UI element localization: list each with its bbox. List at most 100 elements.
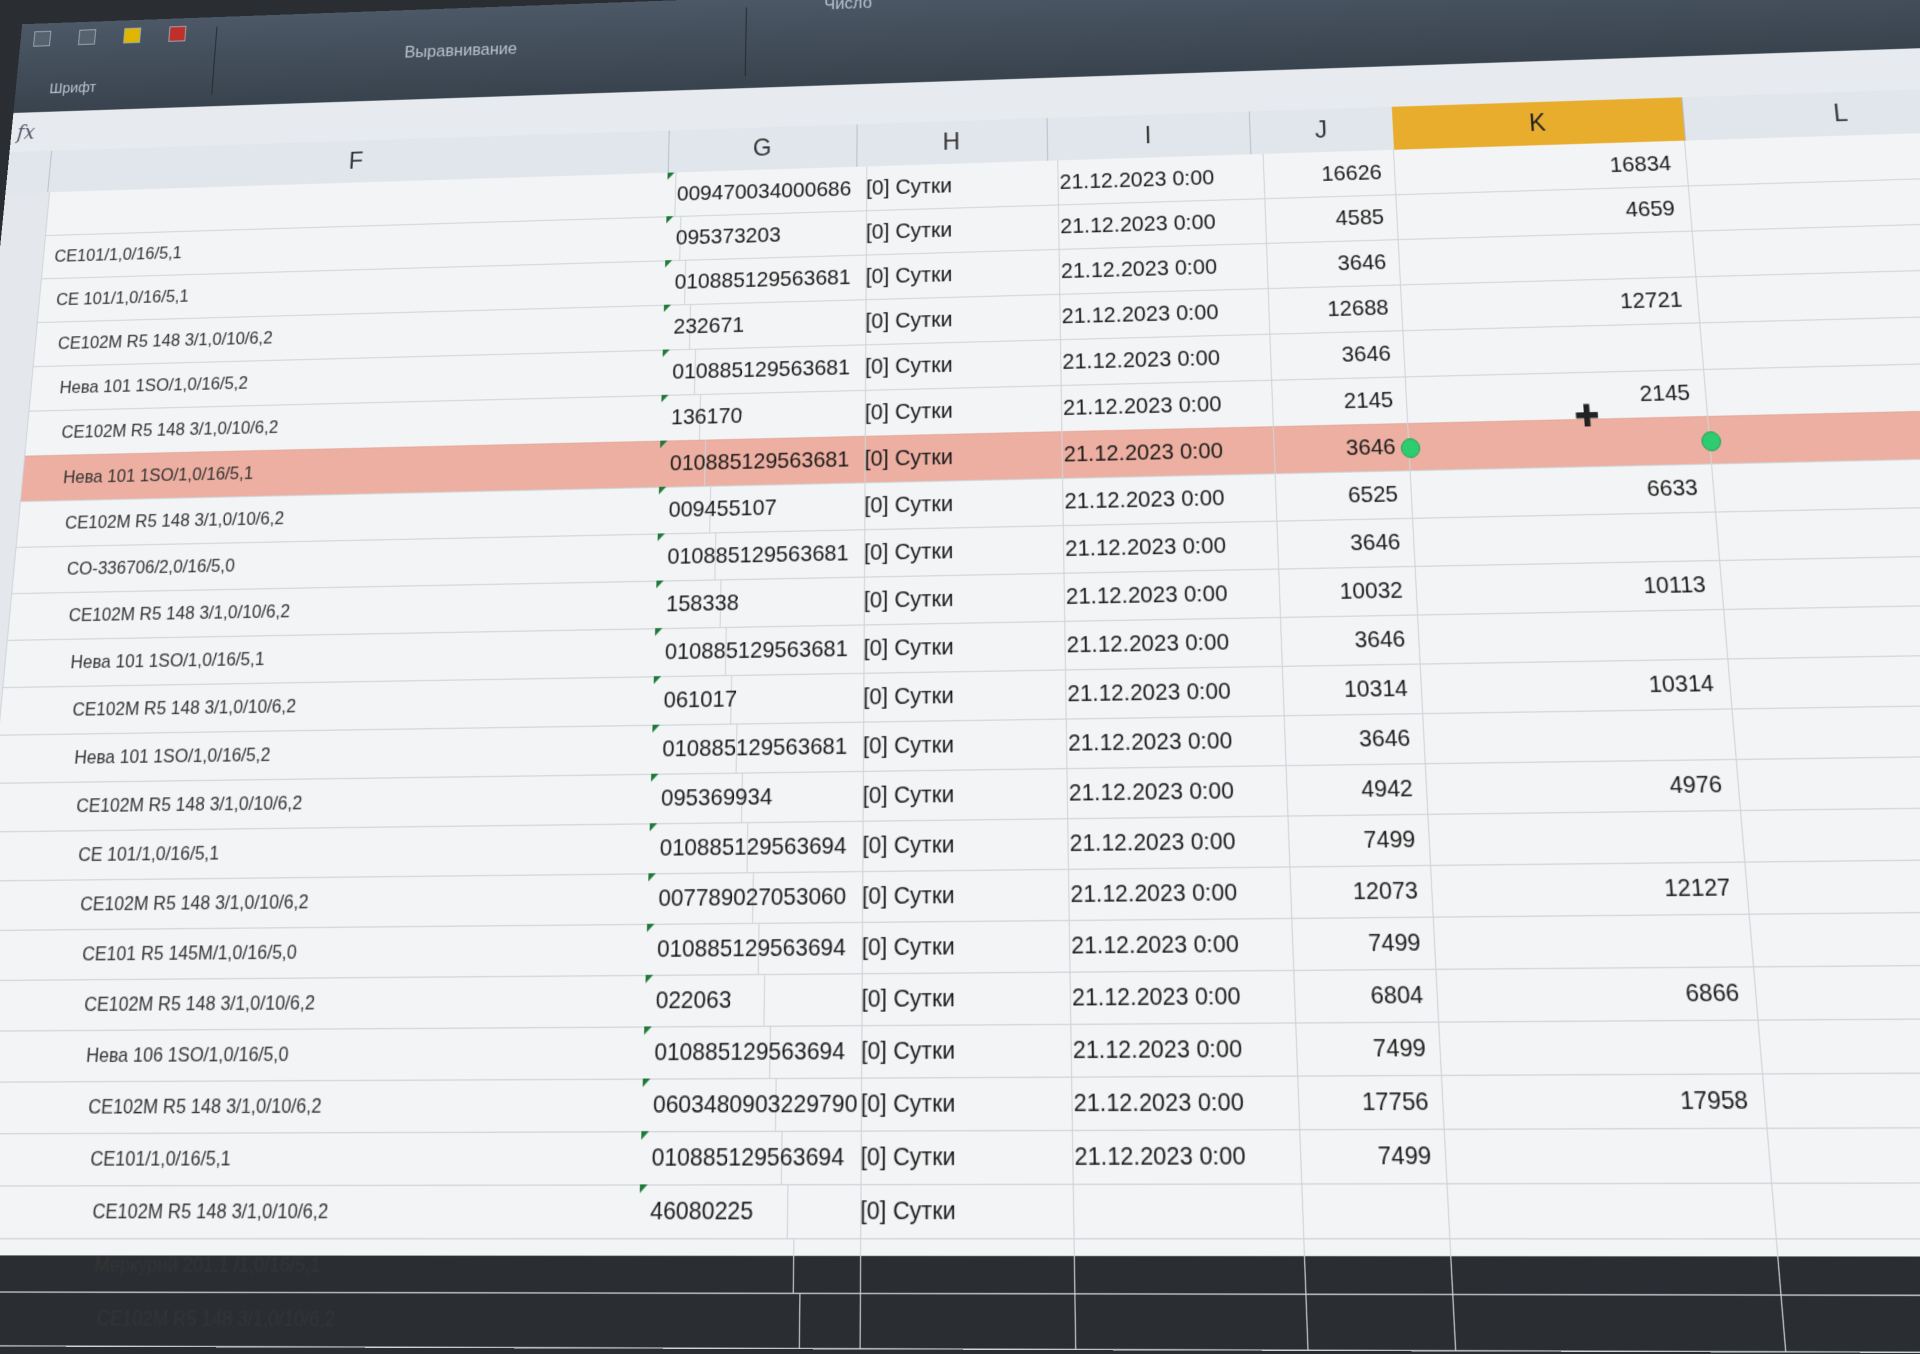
- cell-k[interactable]: [1453, 1293, 1787, 1352]
- table-row[interactable]: 121 121Меркурий 201.1 /1,0/16/5,1: [0, 1238, 1920, 1297]
- cell-l[interactable]: [1685, 130, 1920, 186]
- cell-i[interactable]: 21.12.2023 0:00: [1049, 288, 1271, 340]
- cell-h[interactable]: [0] Сутки: [850, 919, 1071, 974]
- cell-l[interactable]: [1720, 553, 1920, 609]
- cell-g[interactable]: 0603480903229790: [641, 1077, 863, 1132]
- cell-i[interactable]: 21.12.2023 0:00: [1050, 379, 1274, 432]
- cell-i[interactable]: 21.12.2023 0:00: [1054, 665, 1285, 719]
- column-header-i[interactable]: I: [1046, 111, 1252, 161]
- cell-k[interactable]: [1403, 322, 1705, 377]
- cell-i[interactable]: 21.12.2023 0:00: [1052, 520, 1280, 573]
- cell-l[interactable]: [1704, 360, 1920, 416]
- cell-g[interactable]: 46080225: [638, 1184, 862, 1239]
- cell-k[interactable]: [1428, 809, 1746, 865]
- cell-i[interactable]: 21.12.2023 0:00: [1057, 917, 1295, 972]
- cell-k[interactable]: [1423, 708, 1737, 764]
- cell-h[interactable]: [0] Сутки: [850, 971, 1072, 1026]
- cell-k[interactable]: 6866: [1436, 966, 1759, 1022]
- table-row[interactable]: 120 120CE102M R5 148 3/1,0/10/6,24608022…: [0, 1182, 1920, 1240]
- cell-k[interactable]: 2145: [1405, 368, 1709, 424]
- cell-h[interactable]: [848, 1292, 1077, 1349]
- cell-g[interactable]: 009455107: [657, 482, 866, 534]
- cell-k[interactable]: [1408, 415, 1713, 471]
- cell-l[interactable]: [1708, 408, 1920, 464]
- cell-k[interactable]: [1444, 1127, 1773, 1184]
- cell-h[interactable]: [0] Сутки: [850, 1023, 1073, 1078]
- cell-h[interactable]: [0] Сутки: [852, 669, 1067, 722]
- cell-i[interactable]: 21.12.2023 0:00: [1056, 815, 1291, 869]
- cell-j[interactable]: 4942: [1272, 763, 1429, 816]
- cell-j[interactable]: 12073: [1276, 864, 1434, 918]
- cell-i[interactable]: 21.12.2023 0:00: [1052, 568, 1282, 621]
- cell-i[interactable]: 21.12.2023 0:00: [1055, 765, 1289, 819]
- cell-g[interactable]: [635, 1292, 861, 1349]
- cell-i[interactable]: [1062, 1238, 1307, 1294]
- cell-k[interactable]: 10113: [1415, 559, 1725, 615]
- cell-g[interactable]: [636, 1238, 862, 1293]
- cell-l[interactable]: [1712, 456, 1920, 512]
- cell-k[interactable]: 12721: [1400, 276, 1701, 331]
- row-header-corner[interactable]: [5, 150, 53, 194]
- cell-j[interactable]: [1289, 1238, 1454, 1294]
- cell-j[interactable]: 3646: [1263, 517, 1416, 569]
- cell-i[interactable]: 21.12.2023 0:00: [1053, 616, 1283, 670]
- cell-g[interactable]: 061017: [652, 672, 865, 725]
- cell-h[interactable]: [0] Сутки: [853, 525, 1065, 577]
- cell-l[interactable]: [1728, 652, 1920, 709]
- cell-k[interactable]: [1398, 230, 1697, 285]
- table-row[interactable]: 121 121CE102M R5 148 3/1,0/10/6,2: [0, 1291, 1920, 1354]
- cell-l[interactable]: [1776, 1238, 1920, 1295]
- cell-i[interactable]: 21.12.2023 0:00: [1058, 969, 1297, 1024]
- cell-g[interactable]: 007789027053060: [647, 870, 864, 924]
- cell-h[interactable]: [0] Сутки: [851, 818, 1070, 872]
- cell-l[interactable]: [1767, 1126, 1920, 1183]
- cell-j[interactable]: 16626: [1250, 149, 1397, 199]
- cell-k[interactable]: [1439, 1019, 1764, 1075]
- cell-h[interactable]: [848, 1238, 1076, 1294]
- cell-g[interactable]: 158338: [655, 576, 866, 629]
- cell-j[interactable]: 12688: [1255, 284, 1404, 335]
- cell-j[interactable]: [1291, 1293, 1457, 1351]
- cell-i[interactable]: 21.12.2023 0:00: [1048, 242, 1269, 295]
- cell-i[interactable]: 21.12.2023 0:00: [1047, 198, 1267, 250]
- cell-h[interactable]: [0] Сутки: [856, 160, 1059, 211]
- cell-g[interactable]: 009470034000686: [666, 166, 868, 217]
- cell-k[interactable]: 6633: [1410, 463, 1717, 518]
- cell-k[interactable]: 10314: [1420, 658, 1733, 714]
- cell-l[interactable]: [1781, 1294, 1920, 1353]
- cell-g[interactable]: 095369934: [649, 770, 864, 824]
- cell-k[interactable]: 4976: [1425, 758, 1742, 814]
- cell-j[interactable]: 7499: [1277, 916, 1437, 970]
- cell-g[interactable]: 010885129563694: [648, 820, 864, 874]
- cell-j[interactable]: 3646: [1260, 423, 1411, 474]
- cell-i[interactable]: 21.12.2023 0:00: [1059, 1022, 1299, 1077]
- cell-l[interactable]: [1763, 1071, 1920, 1128]
- cell-h[interactable]: [0] Сутки: [849, 1129, 1074, 1185]
- cell-h[interactable]: [0] Сутки: [855, 248, 1061, 300]
- cell-j[interactable]: 7499: [1285, 1128, 1448, 1184]
- cell-g[interactable]: 010885129563681: [656, 529, 866, 581]
- cell-l[interactable]: [1724, 602, 1920, 659]
- cell-j[interactable]: 17756: [1283, 1074, 1445, 1130]
- cell-l[interactable]: [1732, 703, 1920, 759]
- cell-h[interactable]: [0] Сутки: [849, 1076, 1073, 1131]
- cell-h[interactable]: [0] Сутки: [852, 620, 1066, 673]
- cell-l[interactable]: [1700, 313, 1920, 369]
- table-row[interactable]: 120 120CE101/1,0/16/5,1010885129563694[0…: [0, 1126, 1920, 1187]
- cell-k[interactable]: [1450, 1238, 1782, 1295]
- cell-h[interactable]: [0] Сутки: [854, 384, 1063, 437]
- cell-g[interactable]: 010885129563694: [642, 1025, 863, 1079]
- column-header-j[interactable]: J: [1248, 106, 1396, 155]
- cell-l[interactable]: [1692, 221, 1920, 277]
- cell-i[interactable]: 21.12.2023 0:00: [1054, 715, 1287, 769]
- cell-i[interactable]: 21.12.2023 0:00: [1047, 153, 1266, 205]
- cell-h[interactable]: [0] Сутки: [854, 431, 1064, 483]
- cell-i[interactable]: 21.12.2023 0:00: [1060, 1129, 1303, 1184]
- cell-j[interactable]: 7499: [1274, 813, 1432, 867]
- table-row[interactable]: 19 119CE102M R5 148 3/1,0/10/6,206034809…: [0, 1071, 1920, 1135]
- cell-k[interactable]: 12127: [1431, 861, 1750, 917]
- cell-l[interactable]: [1745, 857, 1920, 914]
- cell-j[interactable]: 3646: [1267, 614, 1421, 667]
- cell-j[interactable]: 2145: [1258, 376, 1409, 427]
- cell-i[interactable]: 21.12.2023 0:00: [1049, 333, 1273, 386]
